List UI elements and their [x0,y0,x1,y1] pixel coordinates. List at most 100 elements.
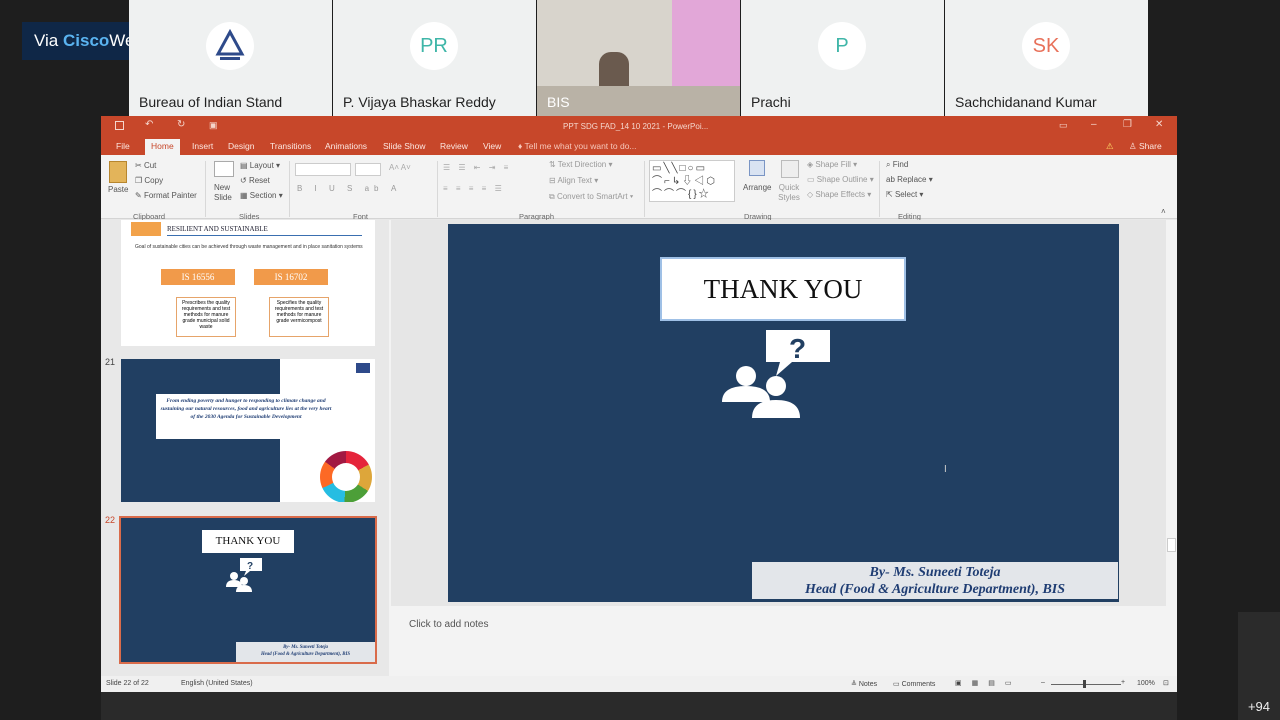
avatar: P [818,22,866,70]
participant-tile[interactable]: Bureau of Indian Stand [129,0,332,116]
slide-thumbnail-20[interactable]: RESILIENT AND SUSTAINABLE Goal of sustai… [121,220,375,346]
divider [205,161,206,217]
comments-button[interactable]: ▭ Comments [893,680,935,688]
participant-tile[interactable]: PR P. Vijaya Bhaskar Reddy [333,0,536,116]
paste-button[interactable]: Paste [108,185,128,194]
copy-button[interactable]: ❐ Copy [135,176,163,185]
tell-me-search[interactable]: ♦ Tell me what you want to do... [518,141,637,151]
new-slide-button[interactable]: New Slide [214,183,236,203]
font-size-select[interactable] [355,163,381,176]
quick-styles-button[interactable]: Quick Styles [776,183,802,203]
layout-button[interactable]: ▤ Layout ▾ [240,161,280,170]
reset-button[interactable]: ↺ Reset [240,176,270,185]
section-button[interactable]: ▦ Section ▾ [240,191,283,200]
warning-icon[interactable]: ⚠ [1106,141,1114,152]
align-text-button[interactable]: ⊟ Align Text ▾ [549,176,598,185]
fit-slide-icon[interactable]: ⊡ [1163,679,1169,687]
find-button[interactable]: ⌕ Find [886,160,908,170]
participant-name: BIS [547,94,570,110]
tab-file[interactable]: File [116,141,130,151]
shape-effects-button[interactable]: ◇ Shape Effects ▾ [807,190,871,199]
align-icons[interactable]: ≡ ≡ ≡ ≡ ☰ [443,184,505,193]
slide-thumbnail-22-selected[interactable]: THANK YOU ? By- Ms. Suneeti Toteja Head (… [119,516,377,664]
tab-animations[interactable]: Animations [325,141,367,151]
zoom-slider[interactable] [1051,684,1121,685]
more-participants-count[interactable]: +94 [1248,699,1270,714]
tab-transitions[interactable]: Transitions [270,141,311,151]
maximize-icon[interactable]: ❐ [1123,119,1132,130]
standard-box: IS 16556 [161,269,235,285]
arrange-button[interactable]: Arrange [743,183,771,192]
select-button[interactable]: ⇱ Select ▾ [886,190,923,199]
convert-smartart-button[interactable]: ⧉ Convert to SmartArt ▾ [549,192,633,202]
tab-insert[interactable]: Insert [192,141,213,151]
quick-styles-icon[interactable] [781,160,799,178]
slide-canvas[interactable]: THANK YOU ? By- Ms. Suneeti Toteja Head … [448,224,1119,602]
zoom-out-icon[interactable]: – [1041,679,1045,686]
text-direction-button[interactable]: ⇅ Text Direction ▾ [549,160,613,169]
slide-thumbnail-21[interactable]: From ending poverty and hunger to respon… [121,359,375,502]
share-button[interactable]: ♙ Share [1129,141,1162,152]
standard-box: IS 16702 [254,269,328,285]
shape-fill-button[interactable]: ◈ Shape Fill ▾ [807,160,857,169]
present-icon[interactable]: ▣ [209,120,218,131]
zoom-slider-thumb[interactable] [1083,680,1086,688]
standard-description: Prescribes the quality requirements and … [176,297,236,337]
new-slide-icon[interactable] [214,161,234,177]
participant-name: P. Vijaya Bhaskar Reddy [343,94,496,110]
tab-home[interactable]: Home [145,139,180,155]
editor-scrollbar[interactable] [1166,220,1177,606]
cut-button[interactable]: ✂ Cut [135,161,156,170]
slide-title[interactable]: THANK YOU [660,257,906,321]
collapse-ribbon-icon[interactable]: ˄ [1161,207,1166,216]
redo-icon[interactable]: ↻ [177,119,185,130]
zoom-level[interactable]: 100% [1137,680,1155,687]
paste-icon[interactable] [109,161,127,183]
svg-text:?: ? [789,333,806,364]
notes-pane[interactable]: Click to add notes [391,606,1177,676]
minimize-icon[interactable]: – [1091,119,1097,130]
participant-name: Sachchidanand Kumar [955,94,1097,110]
notes-button[interactable]: ≜ Notes [851,680,877,688]
font-format-icons[interactable]: B I U S ab [297,184,383,193]
format-painter-button[interactable]: ✎ Format Painter [135,191,197,200]
divider [879,161,880,217]
ribbon-display-icon[interactable]: ▭ [1059,120,1068,131]
sdg-icon [131,222,161,236]
language-indicator[interactable]: English (United States) [181,680,253,687]
divider [644,161,645,217]
save-icon[interactable] [115,121,124,130]
shapes-gallery[interactable]: ▭╲╲□○▭ ⌒⌐↳⇩◁⬡ ⌒⌒⌒{}☆ [649,160,735,202]
divider [437,161,438,217]
font-color-icon[interactable]: A [391,184,396,193]
ribbon-tabs: File Home Insert Design Transitions Anim… [101,138,1177,155]
notes-placeholder[interactable]: Click to add notes [409,619,489,630]
window-title: PPT SDG FAD_14 10 2021 - PowerPoi... [563,122,709,131]
scroll-thumb[interactable] [1167,538,1176,552]
font-name-select[interactable] [295,163,351,176]
zoom-in-icon[interactable]: + [1121,679,1125,686]
person-silhouette [599,52,629,86]
powerpoint-window: ↶ ↻ ▣ PPT SDG FAD_14 10 2021 - PowerPoi.… [101,116,1177,720]
tab-review[interactable]: Review [440,141,468,151]
tab-view[interactable]: View [483,141,501,151]
status-bar: Slide 22 of 22 English (United States) ≜… [101,676,1177,692]
participant-name: Bureau of Indian Stand [139,94,283,110]
participant-tile[interactable]: P Prachi [741,0,944,116]
participant-video-tile[interactable]: BIS [537,0,740,116]
standard-description: Specifies the quality requirements and t… [269,297,329,337]
participant-tile[interactable]: SK Sachchidanand Kumar [945,0,1148,116]
tab-slide-show[interactable]: Slide Show [383,141,426,151]
arrange-icon[interactable] [749,160,765,176]
tab-design[interactable]: Design [228,141,254,151]
font-grow-icon[interactable]: A˄ A˅ [389,163,411,172]
close-icon[interactable]: ✕ [1155,119,1163,130]
avatar: SK [1022,22,1070,70]
undo-icon[interactable]: ↶ [145,119,153,130]
author-box[interactable]: By- Ms. Suneeti Toteja Head (Food & Agri… [752,562,1118,599]
view-buttons[interactable]: ▣▦▤▭ [955,679,1021,687]
shape-outline-button[interactable]: ▭ Shape Outline ▾ [807,175,874,184]
slide-thumbnails-pane: RESILIENT AND SUSTAINABLE Goal of sustai… [101,220,398,676]
list-icons[interactable]: ☰ ☰ ⇤ ⇥ ≡ [443,163,511,172]
replace-button[interactable]: ab Replace ▾ [886,175,933,184]
